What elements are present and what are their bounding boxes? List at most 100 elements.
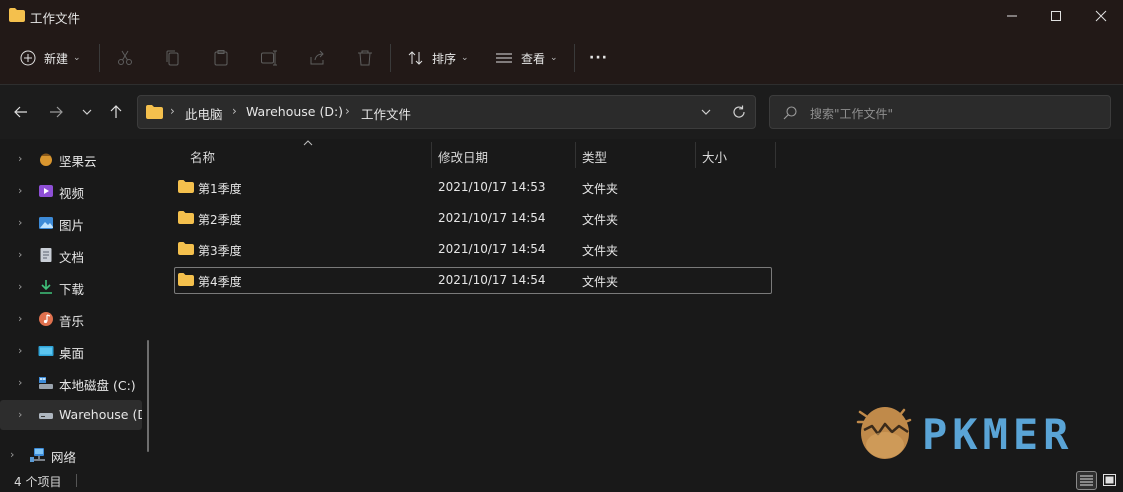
nut-cloud-icon	[40, 153, 52, 166]
preview-view-button[interactable]	[1100, 471, 1119, 490]
desktop-icon	[38, 346, 54, 356]
sidebar-item-pictures[interactable]: › 图片	[0, 208, 150, 238]
breadcrumb-this-pc[interactable]: 此电脑	[185, 104, 223, 123]
column-header-size[interactable]: 大小	[702, 147, 727, 166]
folder-icon	[178, 273, 194, 286]
expand-arrow-icon[interactable]: ›	[18, 376, 22, 389]
more-button[interactable]: ···	[589, 42, 608, 74]
back-button[interactable]	[9, 101, 33, 123]
column-header-type[interactable]: 类型	[582, 147, 607, 166]
view-button[interactable]: 查看 ⌄	[495, 42, 558, 74]
rename-button[interactable]	[260, 42, 278, 74]
expand-arrow-icon[interactable]: ›	[18, 152, 22, 165]
search-placeholder: 搜索"工作文件"	[810, 107, 894, 121]
share-button[interactable]	[308, 42, 326, 74]
recent-locations-button[interactable]	[75, 101, 99, 123]
search-box[interactable]: 搜索"工作文件"	[769, 95, 1111, 129]
breadcrumb-warehouse[interactable]: Warehouse (D:)	[246, 104, 343, 119]
file-date: 2021/10/17 14:54	[438, 242, 546, 256]
table-row[interactable]: 第4季度 2021/10/17 14:54 文件夹	[174, 267, 772, 294]
status-divider	[76, 474, 77, 487]
chevron-down-icon[interactable]	[700, 107, 712, 117]
delete-button[interactable]	[356, 42, 374, 74]
expand-arrow-icon[interactable]: ›	[18, 248, 22, 261]
title-bar: 工作文件	[0, 0, 1123, 32]
rename-icon	[261, 50, 277, 66]
drive-d-icon	[39, 413, 53, 419]
folder-icon	[178, 180, 194, 193]
video-icon	[39, 185, 53, 197]
file-type: 文件夹	[582, 275, 619, 289]
table-row[interactable]: 第3季度 2021/10/17 14:54 文件夹	[174, 236, 772, 263]
sidebar-item-desktop[interactable]: › 桌面	[0, 336, 150, 366]
table-row[interactable]: 第2季度 2021/10/17 14:54 文件夹	[174, 205, 772, 232]
maximize-icon	[1051, 11, 1061, 21]
folder-icon	[178, 211, 194, 224]
folder-icon	[146, 105, 163, 119]
command-bar: 新建 ⌄ 排序 ⌄ 查看 ⌄ ···	[0, 32, 1123, 85]
new-button[interactable]: 新建 ⌄	[20, 42, 81, 74]
music-icon	[39, 312, 53, 326]
documents-icon	[40, 248, 52, 262]
file-name: 第1季度	[198, 182, 242, 196]
divider	[390, 44, 391, 72]
sidebar-item-network[interactable]: › 网络	[0, 440, 150, 470]
sidebar-item-label: 坚果云	[59, 154, 97, 169]
file-name: 第2季度	[198, 213, 242, 227]
sidebar-item-nutstore[interactable]: › 坚果云	[0, 144, 150, 174]
column-divider[interactable]	[695, 142, 696, 168]
sidebar-item-label: 视频	[59, 186, 85, 201]
sort-icon	[408, 51, 423, 65]
expand-arrow-icon[interactable]: ›	[18, 184, 22, 197]
navigation-row: › 此电脑 › Warehouse (D:) › 工作文件 搜索"工作文件"	[0, 85, 1123, 139]
minimize-icon	[1007, 15, 1017, 17]
sidebar-item-downloads[interactable]: › 下载	[0, 272, 150, 302]
expand-arrow-icon[interactable]: ›	[18, 344, 22, 357]
maximize-button[interactable]	[1034, 0, 1078, 32]
pkmer-logo-icon	[856, 407, 912, 459]
details-view-button[interactable]	[1076, 471, 1097, 490]
column-header-name[interactable]: 名称	[190, 147, 215, 166]
column-header-date[interactable]: 修改日期	[438, 147, 488, 166]
expand-arrow-icon[interactable]: ›	[18, 216, 22, 229]
sidebar-item-drive-d[interactable]: › Warehouse (D	[0, 400, 142, 430]
expand-arrow-icon[interactable]: ›	[18, 312, 22, 325]
navigation-pane: › 坚果云 › 视频 › 图片 › 文档 › 下载 › 音乐 › 桌面 › 本地…	[0, 139, 152, 469]
details-view-icon	[1080, 475, 1093, 486]
paste-icon	[214, 50, 228, 66]
expand-arrow-icon[interactable]: ›	[10, 448, 14, 461]
column-divider[interactable]	[575, 142, 576, 168]
view-list-icon	[496, 53, 512, 63]
expand-arrow-icon[interactable]: ›	[18, 280, 22, 293]
trash-icon	[358, 50, 372, 66]
close-button[interactable]	[1078, 0, 1123, 32]
minimize-button[interactable]	[990, 0, 1034, 32]
sidebar-item-label: 文档	[59, 250, 85, 265]
table-row[interactable]: 第1季度 2021/10/17 14:53 文件夹	[174, 174, 772, 201]
breadcrumb-work-files[interactable]: 工作文件	[361, 104, 411, 123]
sidebar-item-music[interactable]: › 音乐	[0, 304, 150, 334]
sidebar-item-label: Warehouse (D	[59, 407, 142, 422]
breadcrumb-separator-icon: ›	[232, 104, 237, 118]
divider	[99, 44, 100, 72]
sidebar-item-videos[interactable]: › 视频	[0, 176, 150, 206]
search-icon	[783, 106, 797, 120]
paste-button[interactable]	[212, 42, 230, 74]
expand-arrow-icon[interactable]: ›	[18, 408, 22, 421]
cut-button[interactable]	[116, 42, 134, 74]
refresh-icon[interactable]	[732, 105, 746, 119]
sidebar-item-drive-c[interactable]: › 本地磁盘 (C:)	[0, 368, 150, 398]
column-divider[interactable]	[431, 142, 432, 168]
sort-button[interactable]: 排序 ⌄	[407, 42, 469, 74]
sidebar-item-documents[interactable]: › 文档	[0, 240, 150, 270]
address-bar[interactable]: › 此电脑 › Warehouse (D:) › 工作文件	[137, 95, 756, 129]
forward-button[interactable]	[44, 101, 68, 123]
view-label: 查看	[521, 51, 546, 66]
file-date: 2021/10/17 14:54	[438, 273, 546, 287]
sidebar-scrollbar[interactable]	[147, 340, 149, 452]
column-divider[interactable]	[775, 142, 776, 168]
file-date: 2021/10/17 14:54	[438, 211, 546, 225]
copy-button[interactable]	[164, 42, 182, 74]
up-button[interactable]	[104, 101, 128, 123]
arrow-right-icon	[50, 106, 63, 118]
